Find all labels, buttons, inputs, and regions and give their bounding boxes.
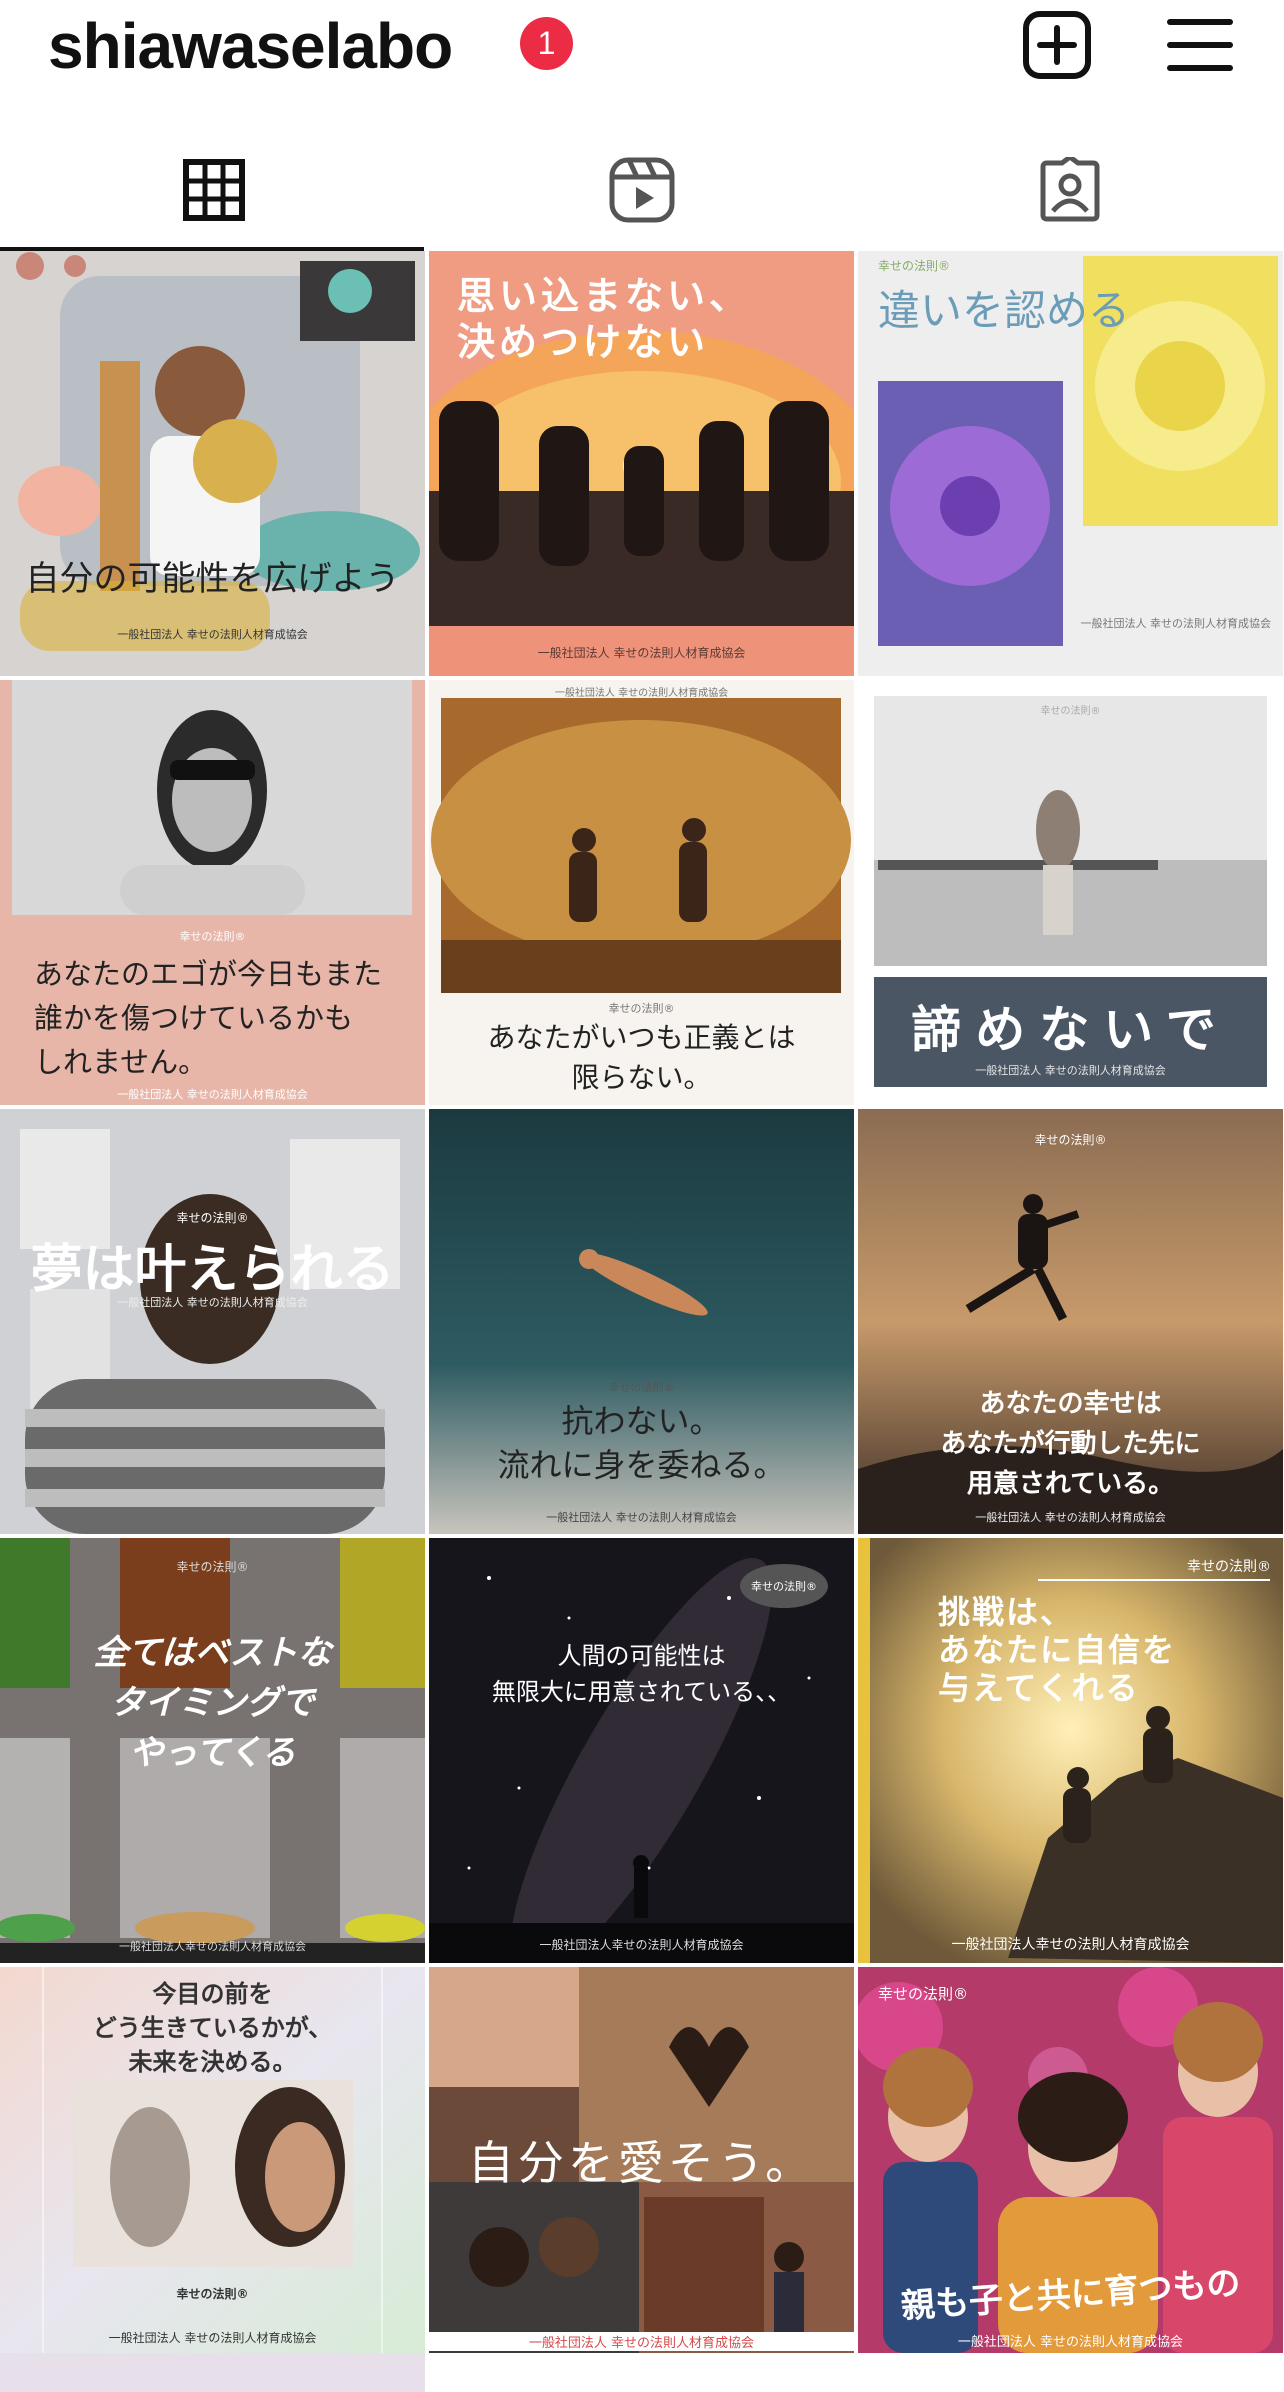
profile-tabs bbox=[0, 130, 1284, 250]
post-title: 思い込まない、 決めつけない bbox=[457, 273, 854, 365]
post-title: 挑戦は、 あなたに自信を 与えてくれる bbox=[938, 1593, 1283, 1707]
post-tile[interactable]: 幸せの法則® 抗わない。 流れに身を委ねる。 一般社団法人 幸せの法則人材育成協… bbox=[429, 1109, 854, 1534]
post-brand: 幸せの法則® bbox=[878, 259, 951, 273]
post-org: 一般社団法人 幸せの法則人材育成協会 bbox=[957, 2335, 1184, 2350]
posts-grid: 自分の可能性を広げよう 一般社団法人 幸せの法則人材育成協会 思い込まない、 決… bbox=[0, 251, 1284, 2392]
post-title-line: 人間の可能性は bbox=[557, 1642, 726, 1670]
post-org: 一般社団法人 幸せの法則人材育成協会 bbox=[975, 1064, 1166, 1077]
post-brand: 幸せの法則® bbox=[608, 1381, 675, 1394]
post-brand: 幸せの法則® bbox=[176, 1560, 249, 1574]
post-title: 人間の可能性は 無限大に用意されている、、 bbox=[429, 1638, 854, 1710]
post-title: 今目の前を どう生きているかが、 未来を決める。 bbox=[0, 1977, 425, 2079]
post-brand: 幸せの法則® bbox=[176, 1211, 249, 1225]
post-title-line: 抗わない。 bbox=[561, 1402, 722, 1440]
post-tile[interactable]: 自分の可能性を広げよう 一般社団法人 幸せの法則人材育成協会 bbox=[0, 251, 425, 676]
post-tile[interactable]: 今目の前を どう生きているかが、 未来を決める。 幸せの法則® 一般社団法人 幸… bbox=[0, 1967, 425, 2392]
post-tile[interactable]: 幸せの法則® 違いを認める 一般社団法人 幸せの法則人材育成協会 bbox=[858, 251, 1283, 676]
post-title-line: タイミングで bbox=[110, 1683, 315, 1723]
post-org: 一般社団法人 幸せの法則人材育成協会 bbox=[554, 688, 729, 699]
post-title-line: どう生きているかが、 bbox=[92, 2014, 333, 2042]
tab-posts-grid[interactable] bbox=[0, 130, 428, 250]
post-title: 自分を愛そう。 bbox=[467, 2136, 816, 2190]
post-brand: 幸せの法則® bbox=[878, 1985, 969, 2003]
post-title-line: あなたの幸せは bbox=[979, 1389, 1162, 1419]
post-tile[interactable]: 幸せの法則® あなたのエゴが今日もまた 誰かを傷つけているかも しれません。 一… bbox=[0, 680, 425, 1105]
post-title: あなたがいつも正義とは 限らない。 bbox=[429, 1018, 854, 1098]
post-title: 自分の可能性を広げよう bbox=[25, 559, 400, 599]
post-title-line: 誰かを傷つけているかも bbox=[34, 1001, 354, 1035]
post-title-line: あなたがいつも正義とは bbox=[487, 1021, 796, 1054]
menu-icon[interactable] bbox=[1165, 10, 1235, 80]
post-org: 一般社団法人幸せの法則人材育成協会 bbox=[539, 1938, 744, 1952]
new-post-icon[interactable] bbox=[1022, 10, 1092, 80]
post-title-line: 決めつけない bbox=[457, 320, 710, 364]
post-title-line: あなたが行動した先に bbox=[940, 1429, 1201, 1459]
post-title-line: 無限大に用意されている、、 bbox=[491, 1678, 792, 1706]
tab-reels[interactable] bbox=[428, 130, 856, 250]
tagged-icon bbox=[1040, 157, 1100, 222]
post-org: 一般社団法人 幸せの法則人材育成協会 bbox=[117, 1296, 308, 1309]
post-org: 一般社団法人 幸せの法則人材育成協会 bbox=[117, 628, 308, 641]
post-title-line: 今目の前を bbox=[152, 1980, 273, 2008]
post-org: 一般社団法人 幸せの法則人材育成協会 bbox=[1080, 617, 1272, 630]
post-title-line: 未来を決める。 bbox=[128, 2048, 297, 2076]
post-title: あなたの幸せは あなたが行動した先に 用意されている。 bbox=[858, 1384, 1283, 1504]
post-tile[interactable]: 自分を愛そう。 一般社団法人 幸せの法則人材育成協会 bbox=[429, 1967, 854, 2353]
post-title-line: やってくる bbox=[129, 1733, 296, 1773]
notification-badge[interactable]: 1 bbox=[520, 17, 573, 70]
post-brand: 幸せの法則® bbox=[1040, 706, 1101, 717]
username[interactable]: shiawaselabo bbox=[48, 6, 453, 86]
post-tile[interactable]: 幸せの法則® 夢は叶えられる 一般社団法人 幸せの法則人材育成協会 bbox=[0, 1109, 425, 1534]
post-title: 抗わない。 流れに身を委ねる。 bbox=[429, 1399, 854, 1487]
post-title-line: しれません。 bbox=[34, 1045, 208, 1079]
post-tile[interactable]: 幸せの法則® 全てはベストな タイミングで やってくる 一般社団法人幸せの法則人… bbox=[0, 1538, 425, 1963]
profile-header: shiawaselabo 1 bbox=[0, 0, 1284, 95]
post-title: 全てはベストな タイミングで やってくる bbox=[0, 1628, 425, 1778]
post-tile[interactable]: 思い込まない、 決めつけない 一般社団法人 幸せの法則人材育成協会 bbox=[429, 251, 854, 676]
post-org: 一般社団法人幸せの法則人材育成協会 bbox=[951, 1937, 1190, 1953]
post-title: あなたのエゴが今日もまた 誰かを傷つけているかも しれません。 bbox=[34, 952, 425, 1084]
post-tile[interactable]: 幸せの法則® 挑戦は、 あなたに自信を 与えてくれる 一般社団法人幸せの法則人材… bbox=[858, 1538, 1283, 1963]
post-tile[interactable]: 幸せの法則® あなたの幸せは あなたが行動した先に 用意されている。 一般社団法… bbox=[858, 1109, 1283, 1534]
post-org: 一般社団法人 幸せの法則人材育成協会 bbox=[108, 2331, 317, 2345]
post-title-line: あなたのエゴが今日もまた bbox=[34, 957, 383, 991]
post-org: 一般社団法人 幸せの法則人材育成協会 bbox=[975, 1511, 1166, 1524]
post-tile[interactable]: 幸せの法則® 諦めないで 一般社団法人 幸せの法則人材育成協会 bbox=[858, 680, 1283, 1105]
post-title: 諦めないで bbox=[911, 1001, 1230, 1059]
post-title-line: 思い込まない、 bbox=[457, 274, 752, 318]
post-org: 一般社団法人幸せの法則人材育成協会 bbox=[119, 1940, 306, 1953]
post-title-line: 限らない。 bbox=[571, 1061, 712, 1094]
post-org: 一般社団法人 幸せの法則人材育成協会 bbox=[117, 1088, 308, 1101]
post-title-line: 用意されている。 bbox=[966, 1469, 1175, 1499]
post-title: 夢は叶えられる bbox=[30, 1240, 395, 1300]
post-brand: 幸せの法則® bbox=[179, 930, 246, 943]
post-title: 違いを認める bbox=[878, 286, 1131, 335]
post-title-line: 与えてくれる bbox=[938, 1669, 1140, 1707]
post-title-line: あなたに自信を bbox=[938, 1631, 1177, 1669]
post-title-line: 流れに身を委ねる。 bbox=[497, 1446, 786, 1484]
post-org: 一般社団法人 幸せの法則人材育成協会 bbox=[429, 2332, 854, 2351]
post-brand: 幸せの法則® bbox=[751, 1580, 817, 1593]
post-title-line: 挑戦は、 bbox=[938, 1593, 1075, 1631]
post-tile[interactable]: 一般社団法人 幸せの法則人材育成協会 幸せの法則® あなたがいつも正義とは 限ら… bbox=[429, 680, 854, 1105]
post-org: 一般社団法人 幸せの法則人材育成協会 bbox=[537, 646, 746, 660]
post-brand: 幸せの法則® bbox=[176, 2287, 249, 2301]
post-brand: 幸せの法則® bbox=[608, 1002, 675, 1015]
grid-icon bbox=[183, 159, 245, 221]
post-tile[interactable]: 幸せの法則® 人間の可能性は 無限大に用意されている、、 一般社団法人幸せの法則… bbox=[429, 1538, 854, 1963]
post-org: 一般社団法人 幸せの法則人材育成協会 bbox=[546, 1511, 737, 1524]
post-brand: 幸せの法則® bbox=[1034, 1133, 1107, 1147]
tab-tagged[interactable] bbox=[856, 130, 1284, 250]
post-title-line: 全てはベストな bbox=[93, 1633, 332, 1673]
post-tile[interactable]: 幸せの法則® 親も子と共に育つもの 一般社団法人 幸せの法則人材育成協会 bbox=[858, 1967, 1283, 2353]
post-brand: 幸せの法則® bbox=[1187, 1559, 1271, 1575]
reels-icon bbox=[609, 157, 675, 223]
